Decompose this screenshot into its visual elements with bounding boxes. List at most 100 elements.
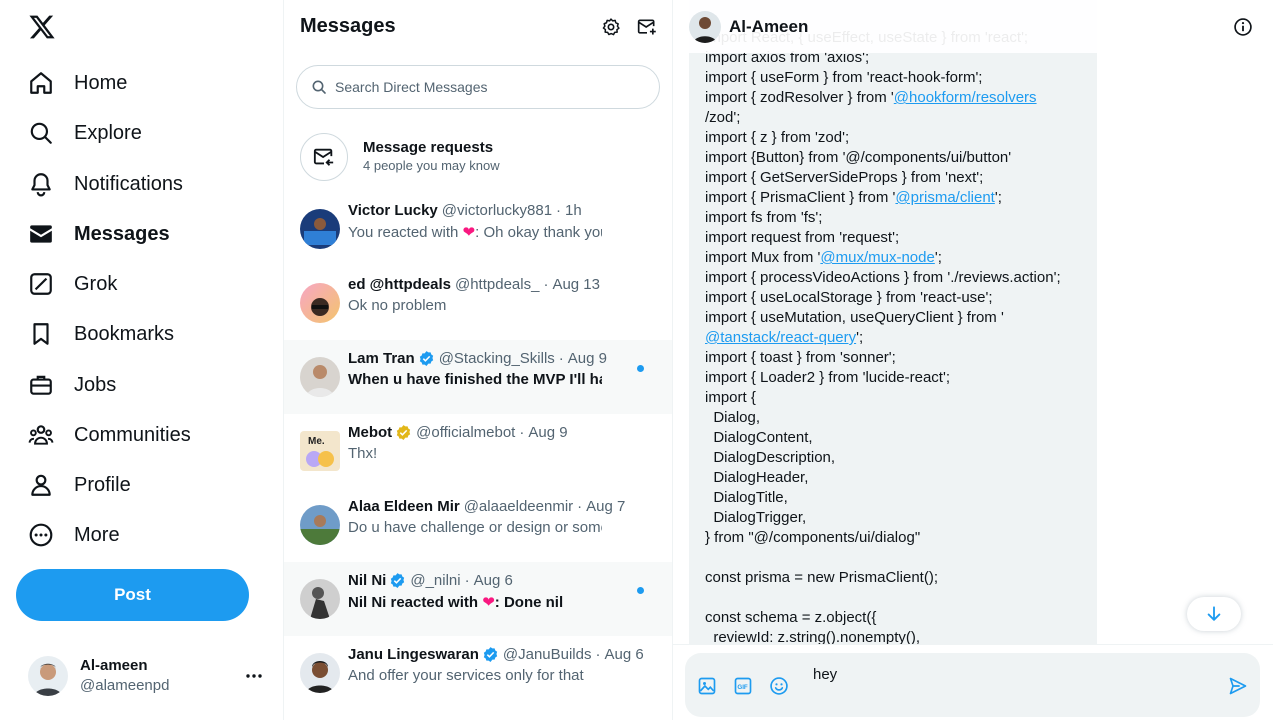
mention-link[interactable]: @prisma/client	[895, 189, 994, 206]
nav-notifications-label: Notifications	[74, 172, 183, 195]
info-icon[interactable]	[1233, 17, 1253, 37]
code-line: import { processVideoActions } from './r…	[705, 269, 1061, 286]
more-horizontal-icon[interactable]	[244, 666, 264, 686]
nav-communities-label: Communities	[74, 423, 191, 446]
nav-jobs[interactable]: Jobs	[16, 361, 128, 409]
nav-explore[interactable]: Explore	[16, 109, 154, 157]
code-line: const prisma = new PrismaClient();	[705, 569, 938, 586]
send-icon[interactable]	[1228, 676, 1248, 696]
verified-badge-icon	[419, 351, 433, 366]
search-input[interactable]	[335, 79, 635, 95]
inbox-arrow-icon	[313, 148, 334, 166]
code-line: import {Button} from '@/components/ui/bu…	[705, 149, 1012, 166]
code-line: import fs from 'fs';	[705, 209, 823, 226]
conversation-handle: @JanuBuilds	[502, 646, 592, 663]
conversation-name: Nil Ni	[348, 572, 387, 589]
code-line: import { Loader2 } from 'lucide-react';	[705, 369, 951, 386]
unread-dot	[637, 587, 644, 594]
people-icon	[28, 425, 54, 445]
conversation-item[interactable]: Victor Lucky @victorlucky881 · 1h You react…	[284, 192, 672, 266]
separator: ·	[556, 202, 562, 219]
message-requests[interactable]: Message requests 4 people you may know	[284, 121, 672, 193]
left-navigation: Home Explore Notifications Messages Grok…	[0, 0, 284, 720]
conversation-time: Aug 9	[567, 350, 607, 367]
code-line: DialogTitle,	[705, 489, 788, 506]
mention-link[interactable]: @hookform/resolvers	[894, 89, 1037, 106]
more-circle-icon	[29, 523, 53, 547]
separator: ·	[595, 646, 601, 663]
conversation-item[interactable]: Lam Tran @Stacking_Skills · Aug 9 When u ha…	[284, 340, 672, 414]
heart-emoji-icon: ❤	[482, 594, 495, 611]
avatar	[300, 653, 340, 693]
nav-jobs-label: Jobs	[74, 373, 117, 396]
mention-link[interactable]: @mux/mux-node	[820, 249, 934, 266]
message-input[interactable]	[813, 662, 1213, 686]
avatar[interactable]	[689, 10, 721, 43]
gear-icon[interactable]	[601, 17, 621, 37]
separator: ·	[543, 276, 549, 293]
code-line: DialogTrigger,	[705, 509, 807, 526]
emoji-icon[interactable]	[769, 676, 789, 696]
mention-link[interactable]: @tanstack/react-query	[705, 329, 856, 346]
nav-grok[interactable]: Grok	[16, 260, 129, 308]
separator: ·	[519, 424, 525, 441]
code-line: /zod';	[705, 109, 741, 126]
code-line: Dialog,	[705, 409, 761, 426]
nav-home[interactable]: Home	[16, 59, 139, 107]
conversation-handle: @Stacking_Skills	[438, 350, 555, 367]
conversation-time: Aug 9	[528, 424, 568, 441]
code-line: import { toast } from 'sonner';	[705, 349, 896, 366]
nav-profile[interactable]: Profile	[16, 461, 143, 509]
chat-contact-name[interactable]: Al-Ameen	[729, 17, 808, 37]
nav-communities[interactable]: Communities	[16, 411, 203, 459]
new-message-icon[interactable]	[637, 17, 657, 37]
avatar	[28, 656, 68, 696]
conversation-handle: @httpdeals_	[454, 276, 540, 293]
conversation-handle: @_nilni	[410, 572, 461, 589]
nav-bookmarks[interactable]: Bookmarks	[16, 310, 186, 358]
grok-icon	[30, 273, 52, 295]
nav-notifications[interactable]: Notifications	[16, 160, 195, 208]
code-line: import { PrismaClient } from '@prisma/cl…	[705, 189, 1002, 206]
svg-text:GIF: GIF	[737, 684, 748, 691]
nav-grok-label: Grok	[74, 272, 118, 295]
conversation-preview: Do u have challenge or design or somethi…	[348, 519, 602, 536]
bell-icon	[31, 173, 51, 197]
code-line: import request from 'request';	[705, 229, 900, 246]
nav-more[interactable]: More	[16, 511, 132, 559]
conversation-item[interactable]: Me. Mebot @officialmebot · Aug 9 Thx!	[284, 414, 672, 488]
message-requests-subtitle: 4 people you may know	[363, 158, 500, 173]
account-switcher[interactable]: Al-ameen @alameenpd	[16, 648, 278, 704]
chat-panel: Al-Ameen import React, { useEffect, useS…	[673, 0, 1273, 720]
code-line: import {	[705, 389, 756, 406]
conversation-preview: When u have finished the MVP I'll have a…	[348, 371, 602, 388]
search-box[interactable]	[296, 65, 660, 109]
image-icon[interactable]	[697, 676, 717, 696]
conversation-time: Aug 6	[604, 646, 644, 663]
account-name: Al-ameen	[80, 657, 148, 674]
nav-more-label: More	[74, 523, 120, 546]
code-line: DialogDescription,	[705, 449, 836, 466]
conversation-item[interactable]: Nil Ni @_nilni · Aug 6 Nil Ni reacted with …	[284, 562, 672, 636]
gif-icon[interactable]: GIF	[733, 676, 753, 696]
code-line: reviewId: z.string().nonempty(),	[705, 629, 921, 644]
x-logo-icon[interactable]	[28, 13, 56, 41]
conversation-item[interactable]: Janu Lingeswaran @JanuBuilds · Aug 6 And of…	[284, 636, 672, 710]
nav-explore-label: Explore	[74, 121, 142, 144]
conversation-preview: You reacted with ❤: Oh okay thank you	[348, 224, 602, 241]
conversation-item[interactable]: ed @httpdeals @httpdeals_ · Aug 13 Ok no pr…	[284, 266, 672, 340]
conversation-list-panel: Messages Message requests 4 people you m…	[284, 0, 673, 720]
scroll-to-bottom-button[interactable]	[1187, 597, 1241, 631]
conversation-preview: Nil Ni reacted with ❤: Done nil	[348, 594, 564, 611]
avatar	[300, 579, 340, 619]
post-button[interactable]: Post	[16, 569, 249, 621]
code-line: @tanstack/react-query';	[705, 329, 864, 346]
conversation-name: Janu Lingeswaran	[348, 646, 479, 663]
nav-messages[interactable]: Messages	[16, 210, 182, 258]
code-line: import { useMutation, useQueryClient } f…	[705, 309, 1004, 326]
envelope-icon	[30, 225, 52, 243]
code-line: import { useForm } from 'react-hook-form…	[705, 69, 983, 86]
svg-text:Me.: Me.	[308, 436, 325, 447]
conversation-item[interactable]: Alaa Eldeen Mir @alaaeldeenmir · Aug 7 Do u…	[284, 488, 672, 562]
